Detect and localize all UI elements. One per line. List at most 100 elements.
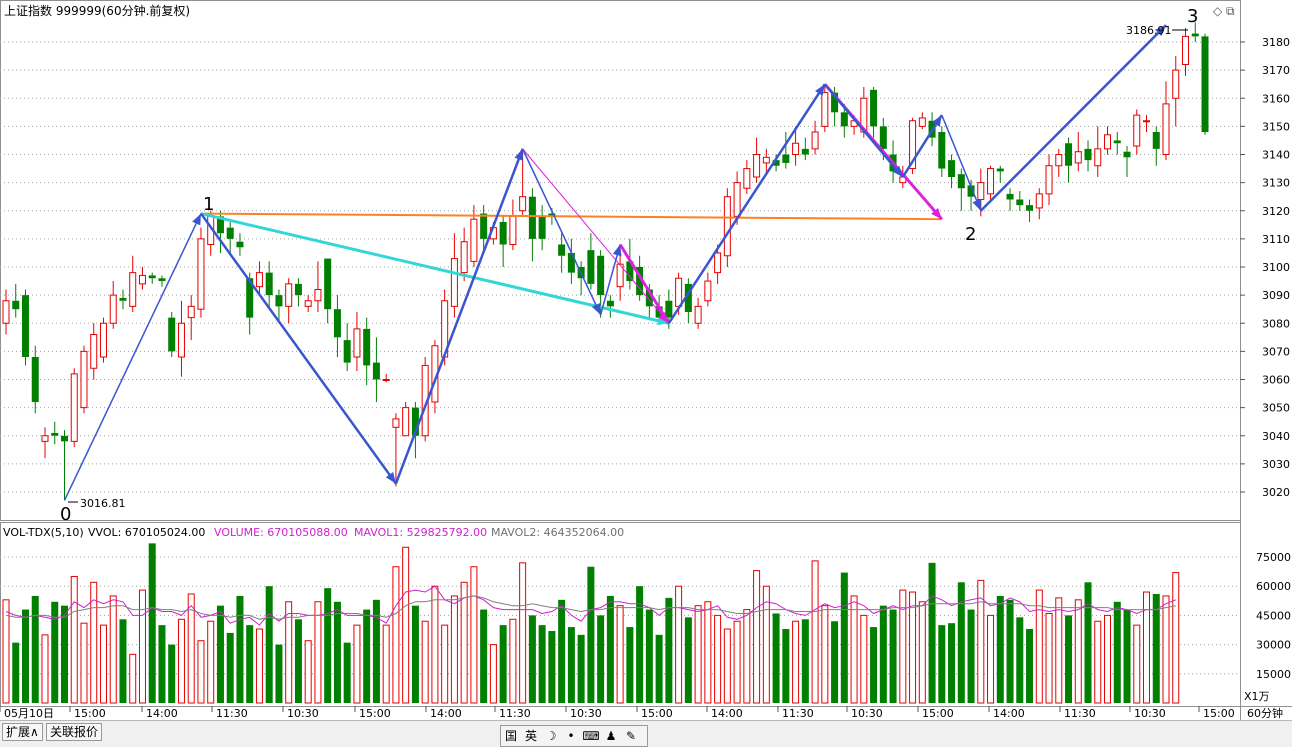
- dot-icon[interactable]: •: [561, 727, 581, 745]
- time-label: 10:30: [570, 707, 602, 720]
- volume-bar: [12, 642, 20, 703]
- candle: [704, 272, 712, 307]
- volume-bar: [216, 605, 224, 703]
- volume-bar: [70, 575, 78, 704]
- vol-mavol1: MAVOL1: 529825792.00: [354, 526, 487, 539]
- volume-bar: [168, 644, 176, 703]
- wave-label-1: 1: [203, 194, 214, 215]
- moon-icon[interactable]: ☽: [541, 727, 561, 745]
- bottom-toolbar: 扩展∧ 关联报价 国 英 ☽ • ⌨ ♟ ✎: [0, 720, 1292, 747]
- ime-guo-icon[interactable]: 国: [501, 727, 521, 745]
- time-label: 10:30: [287, 707, 319, 720]
- candle: [304, 295, 312, 312]
- volume-bar: [743, 609, 751, 704]
- candle: [236, 233, 244, 256]
- volume-bar: [480, 609, 488, 703]
- candle: [138, 267, 146, 290]
- volume-bar: [129, 653, 137, 704]
- volume-bar: [918, 601, 926, 704]
- candle: [1162, 81, 1170, 161]
- time-label: 14:00: [430, 707, 462, 720]
- volume-bar: [1113, 601, 1121, 703]
- kline-chart[interactable]: 3020303030403050306030703080309031003110…: [0, 0, 1292, 720]
- volume-bar: [353, 624, 361, 704]
- vol-volume: VOLUME: 670105088.00: [214, 526, 348, 539]
- candle: [1006, 188, 1014, 211]
- candle: [363, 317, 371, 386]
- volume-bar: [343, 642, 351, 703]
- candle: [967, 179, 975, 211]
- volume-bar: [1035, 589, 1043, 704]
- ime-english-button[interactable]: 英: [521, 727, 541, 745]
- keyboard-icon[interactable]: ⌨: [581, 727, 601, 745]
- volume-bar: [538, 625, 546, 703]
- volume-bar: [782, 629, 790, 703]
- time-label: 14:00: [146, 707, 178, 720]
- volume-bar: [714, 614, 722, 704]
- candle: [12, 283, 20, 318]
- time-label: 15:00: [641, 707, 673, 720]
- volume-bar: [684, 617, 692, 703]
- wave-label-2: 2: [965, 224, 976, 245]
- price-tick-label: 3100: [1262, 261, 1290, 274]
- volume-bar: [645, 609, 653, 703]
- volume-bar: [333, 601, 341, 703]
- high-price-label: 3186.91: [1126, 24, 1172, 37]
- volume-bar: [665, 597, 673, 703]
- volume-bar: [460, 581, 468, 704]
- period-label[interactable]: 60分钟: [1247, 706, 1283, 720]
- volume-bar: [850, 595, 858, 704]
- volume-bar: [1104, 614, 1112, 704]
- price-tick-label: 3090: [1262, 289, 1290, 302]
- candle: [148, 272, 156, 284]
- volume-bar: [1162, 595, 1170, 704]
- volume-bar: [519, 562, 527, 704]
- volume-bar: [957, 582, 965, 703]
- volume-bar: [587, 566, 595, 703]
- volume-bar: [324, 588, 332, 703]
- time-label: 05月10日: [4, 707, 54, 720]
- vol-mavol2: MAVOL2: 464352064.00: [491, 526, 624, 539]
- candle: [158, 275, 166, 287]
- tab-related-quotes[interactable]: 关联报价: [46, 723, 103, 741]
- wrench-icon[interactable]: ✎: [621, 727, 641, 745]
- candle: [723, 188, 731, 267]
- ime-toolbar: 国 英 ☽ • ⌨ ♟ ✎: [500, 725, 648, 747]
- volume-bar: [158, 625, 166, 703]
- candle: [343, 323, 351, 372]
- candle: [285, 278, 293, 324]
- candle: [70, 368, 78, 447]
- candle: [90, 323, 98, 380]
- user-icon[interactable]: ♟: [601, 727, 621, 745]
- volume-bar: [1152, 593, 1160, 703]
- chart-title: 上证指数 999999(60分钟.前复权): [4, 3, 190, 18]
- volume-bar: [606, 595, 614, 703]
- tab-expand[interactable]: 扩展∧: [2, 723, 43, 741]
- low-price-label: 3016.81: [80, 497, 126, 510]
- candle: [168, 312, 176, 357]
- magenta-segment: [618, 243, 671, 325]
- candle: [99, 317, 107, 363]
- diamond-icon[interactable]: ◇: [1213, 4, 1223, 18]
- candle: [1084, 140, 1092, 172]
- candle: [1026, 199, 1034, 222]
- candle: [265, 261, 273, 307]
- volume-bar: [577, 634, 585, 703]
- volume-bar: [889, 609, 897, 703]
- candle: [294, 278, 302, 307]
- candlestick-series: [2, 22, 1209, 501]
- volume-bar: [31, 595, 39, 703]
- wave-label-3: 3: [1187, 6, 1198, 27]
- candle: [324, 258, 332, 324]
- volume-bar: [1133, 624, 1141, 704]
- wave-drawings: [63, 24, 1167, 501]
- volume-bar: [499, 625, 507, 703]
- candle: [1143, 115, 1151, 132]
- candle: [801, 137, 809, 161]
- volume-bar: [938, 625, 946, 703]
- candle: [996, 165, 1004, 183]
- restore-window-icon[interactable]: ⧉: [1226, 4, 1235, 18]
- volume-bar: [675, 585, 683, 704]
- candle: [353, 312, 361, 372]
- volume-bar: [840, 572, 848, 703]
